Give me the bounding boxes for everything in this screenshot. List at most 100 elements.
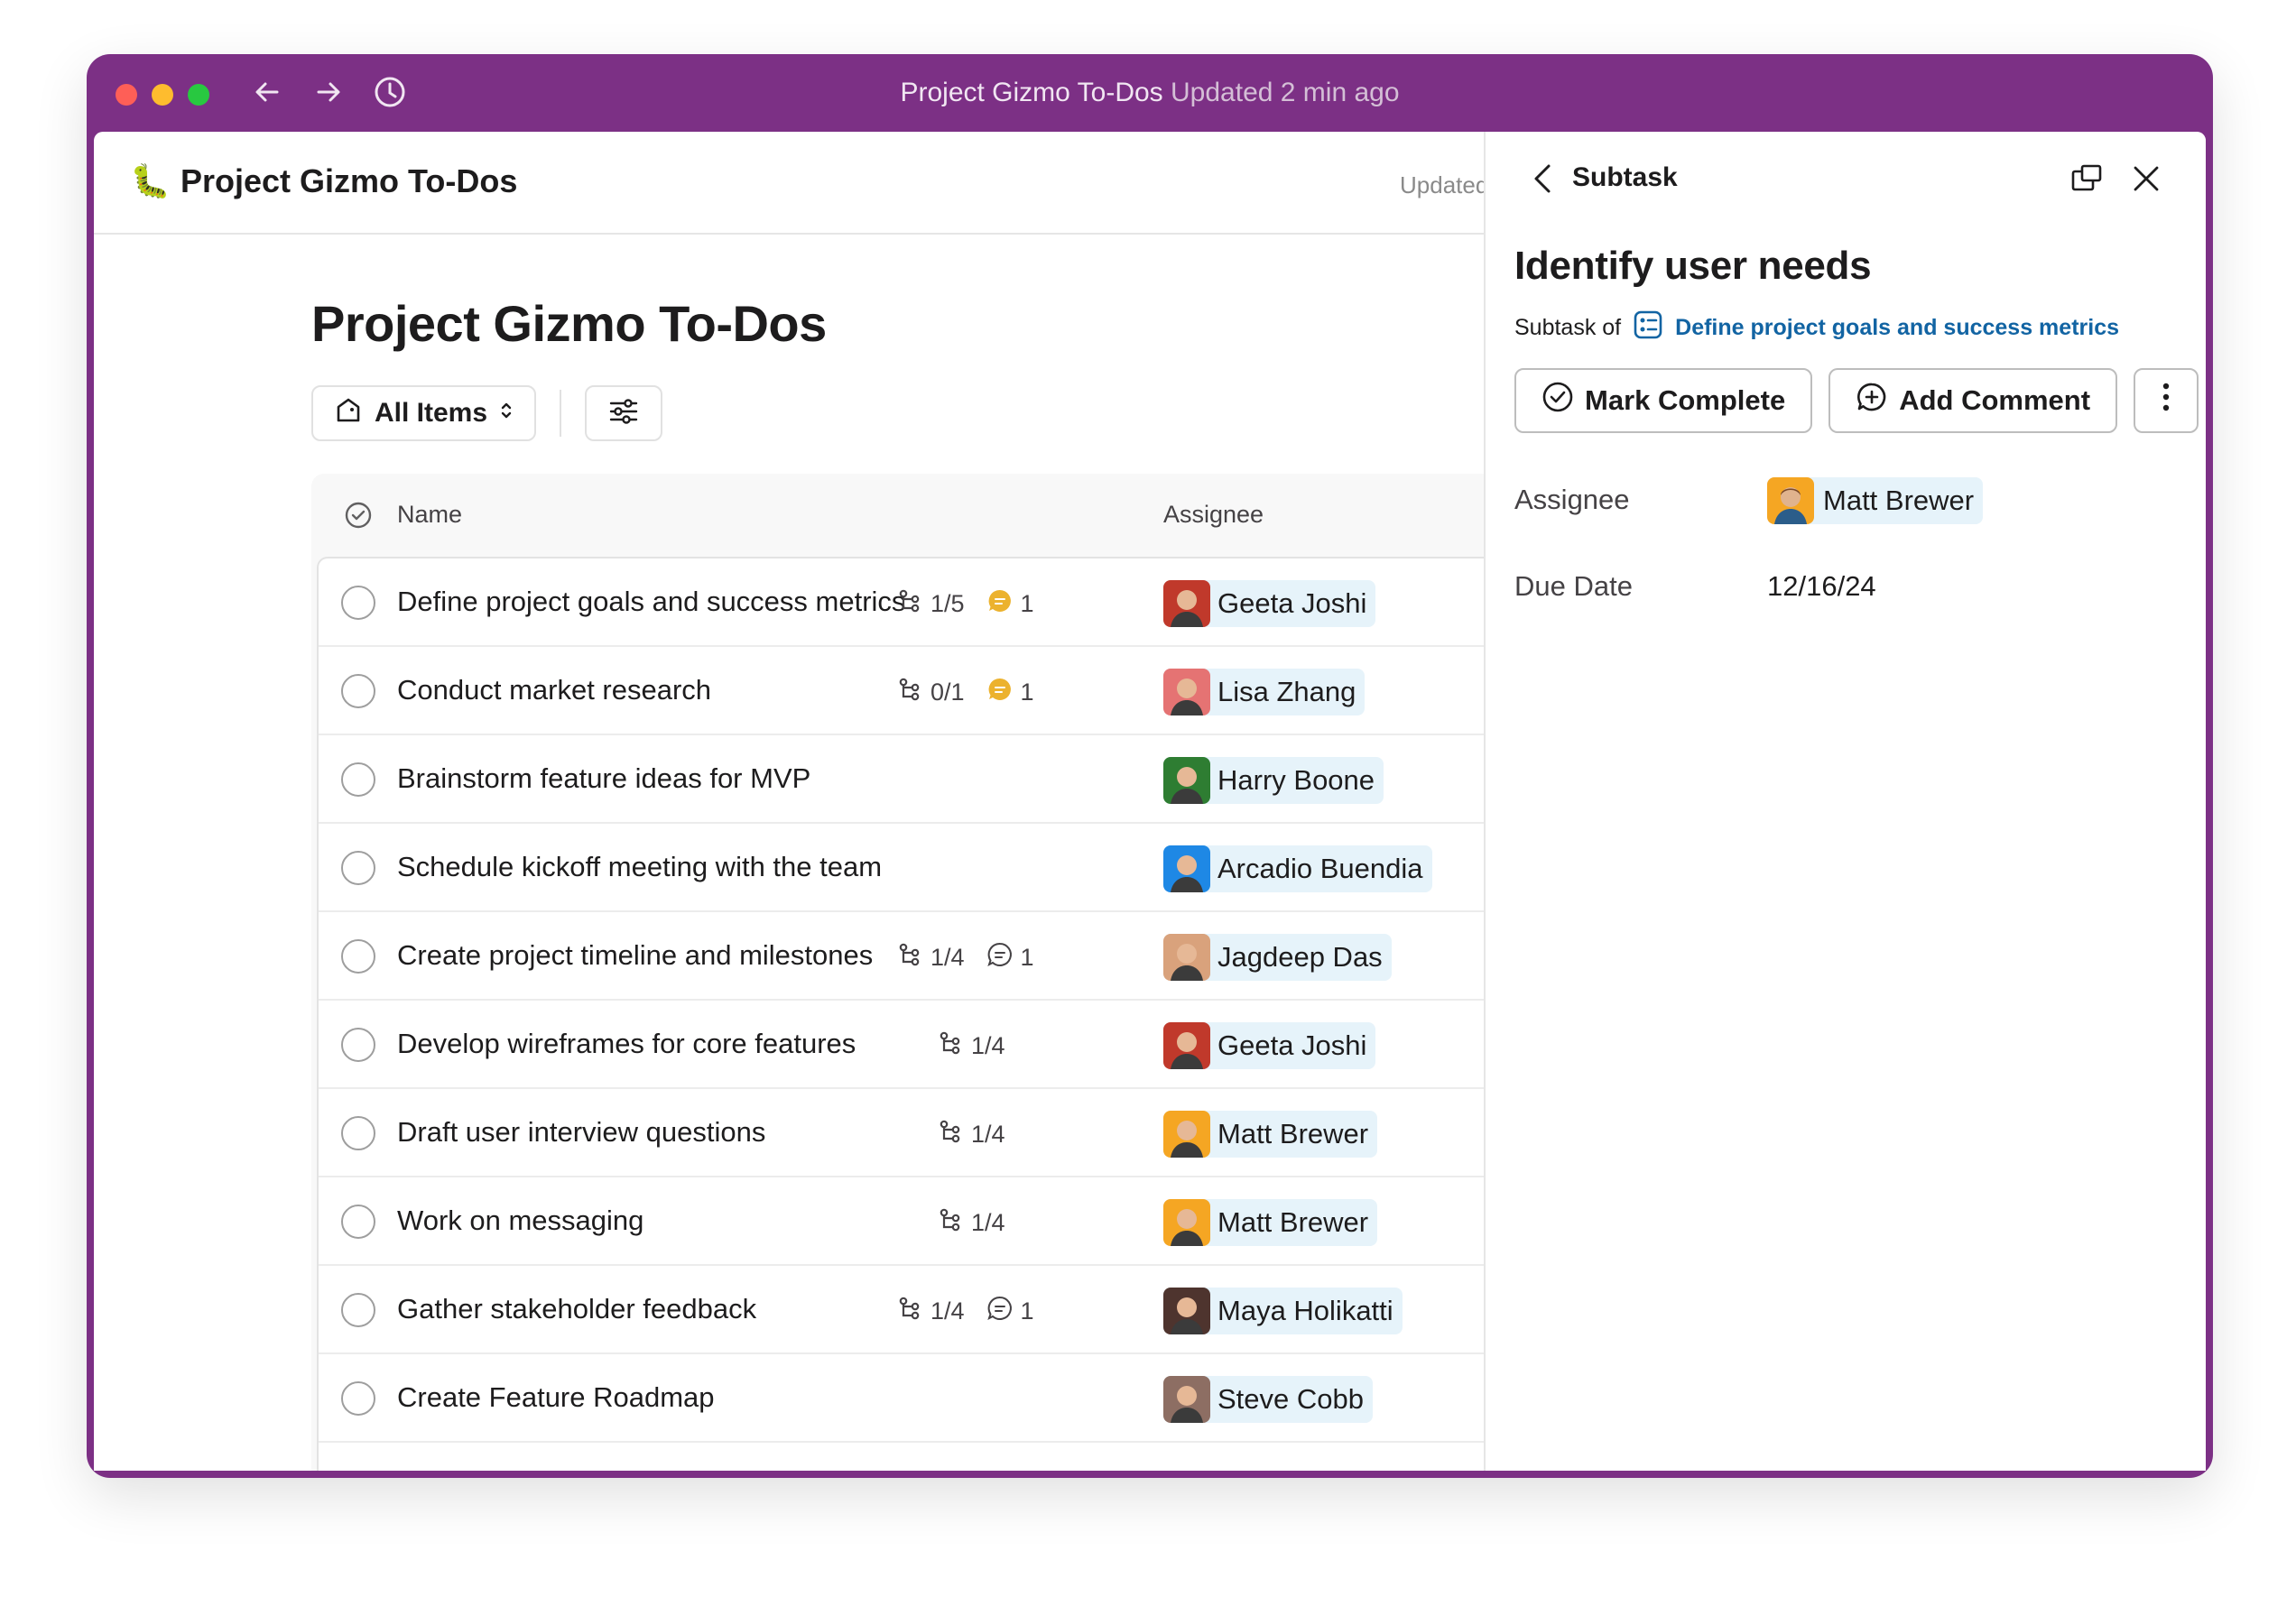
column-header-assignee[interactable]: Assignee (1163, 501, 1264, 529)
assignee-chip[interactable]: Geeta Joshi (1163, 1022, 1376, 1069)
complete-checkbox[interactable] (341, 1028, 375, 1062)
complete-checkbox[interactable] (341, 762, 375, 797)
task-name[interactable]: Develop wireframes for core features (397, 1028, 856, 1060)
assignee-name: Steve Cobb (1217, 1383, 1364, 1415)
subtask-parent: Subtask of Define project goals and succ… (1514, 309, 2119, 347)
complete-checkbox[interactable] (341, 674, 375, 708)
view-selector-button[interactable]: All Items (311, 385, 537, 441)
list-toolbar: All Items (311, 385, 663, 441)
complete-checkbox[interactable] (341, 939, 375, 974)
canvas-header-title: Project Gizmo To-Dos (181, 162, 518, 199)
comment-count-value: 1 (1020, 678, 1034, 706)
task-name[interactable]: Conduct market research (397, 674, 711, 706)
app-window: Project Gizmo To-Dos Updated 2 min ago 🐛… (87, 54, 2213, 1478)
due-date-field-label: Due Date (1514, 570, 1633, 602)
filter-button[interactable] (585, 385, 663, 441)
assignee-chip[interactable]: Maya Holikatti (1163, 1288, 1403, 1334)
assignee-name: Matt Brewer (1217, 1118, 1369, 1149)
close-icon[interactable] (2128, 161, 2164, 201)
more-actions-button[interactable] (2134, 368, 2199, 433)
table-row[interactable]: Brainstorm feature ideas for MVP Harry Bo… (319, 735, 1508, 824)
complete-checkbox[interactable] (341, 1293, 375, 1327)
subtask-count[interactable]: 1/4 (896, 941, 965, 974)
parent-task-link[interactable]: Define project goals and success metrics (1675, 315, 2119, 341)
comment-count[interactable]: 1 (986, 676, 1034, 709)
comment-count[interactable]: 1 (986, 1295, 1034, 1328)
task-name[interactable]: Brainstorm feature ideas for MVP (397, 762, 810, 795)
complete-checkbox[interactable] (341, 1205, 375, 1239)
assignee-chip[interactable]: Steve Cobb (1163, 1376, 1373, 1423)
avatar (1163, 757, 1210, 804)
table-row[interactable]: Draft user interview questions 1/4 Matt Br… (319, 1089, 1508, 1177)
subtask-count[interactable]: 1/5 (896, 587, 965, 621)
assignee-chip[interactable]: Matt Brewer (1163, 1199, 1378, 1246)
task-name[interactable]: Work on messaging (397, 1205, 643, 1237)
due-date-value[interactable]: 12/16/24 (1767, 570, 1876, 603)
table-row[interactable]: Gather stakeholder feedback 1/4 1 Maya Holi… (319, 1266, 1508, 1354)
comment-count[interactable]: 1 (986, 941, 1034, 974)
add-comment-button[interactable]: Add Comment (1828, 368, 2118, 433)
complete-checkbox[interactable] (341, 851, 375, 885)
task-name[interactable]: Define project goals and success metrics (397, 586, 905, 618)
mark-complete-button[interactable]: Mark Complete (1514, 368, 1813, 433)
canvas-header: 🐛 Project Gizmo To-Dos Updated (94, 132, 1488, 235)
subtask-count-value: 1/4 (971, 1032, 1005, 1059)
subtask-icon (896, 941, 923, 974)
table-row[interactable]: Develop wireframes for core features 1/4 G… (319, 1001, 1508, 1089)
subtask-title: Identify user needs (1514, 244, 1872, 288)
task-name[interactable]: Gather stakeholder feedback (397, 1293, 756, 1325)
subtask-count[interactable]: 1/4 (937, 1118, 1005, 1151)
list-canvas: 🐛 Project Gizmo To-Dos Updated Project G… (94, 132, 1508, 1471)
table-row[interactable]: Conduct market research 0/1 1 Lisa Zhang (319, 647, 1508, 735)
task-meta: 1/4 1 (896, 1295, 1049, 1328)
chevron-left-icon[interactable] (1527, 161, 1560, 201)
assignee-chip[interactable]: Arcadio Buendia (1163, 845, 1432, 892)
subtask-icon (937, 1029, 964, 1063)
window-title: Project Gizmo To-Dos Updated 2 min ago (87, 78, 2213, 108)
task-meta: 1/4 1 (896, 941, 1049, 974)
assignee-name: Jagdeep Das (1217, 941, 1383, 973)
comment-count[interactable]: 1 (986, 587, 1034, 621)
caterpillar-emoji-icon: 🐛 (130, 162, 171, 199)
assignee-chip[interactable]: Lisa Zhang (1163, 669, 1366, 715)
subtask-count-value: 1/4 (971, 1209, 1005, 1236)
comment-icon (986, 587, 1014, 621)
window-title-main: Project Gizmo To-Dos (900, 78, 1163, 107)
complete-checkbox[interactable] (341, 586, 375, 620)
table-row[interactable]: Define project goals and success metrics… (319, 558, 1508, 647)
subtask-icon (896, 587, 923, 621)
subtask-count[interactable]: 1/4 (937, 1029, 1005, 1063)
comment-icon (986, 676, 1014, 709)
assignee-chip[interactable]: Matt Brewer (1767, 477, 1984, 524)
assignee-chip[interactable]: Harry Boone (1163, 757, 1384, 804)
task-name[interactable]: Draft user interview questions (397, 1116, 765, 1149)
add-comment-label: Add Comment (1899, 384, 2091, 416)
subtask-count[interactable]: 1/4 (896, 1295, 965, 1328)
complete-checkbox[interactable] (341, 1381, 375, 1416)
table-row[interactable]: Schedule kickoff meeting with the team Ar… (319, 824, 1508, 912)
comment-count-value: 1 (1020, 944, 1034, 971)
task-name[interactable]: Create project timeline and milestones (397, 939, 873, 972)
table-row[interactable]: Work on messaging 1/4 Matt Brewer (319, 1177, 1508, 1266)
popout-icon[interactable] (2069, 161, 2105, 201)
table-row[interactable]: Create Feature Roadmap Steve Cobb (319, 1354, 1508, 1443)
subtask-count-value: 1/4 (971, 1121, 1005, 1148)
todo-table: Name Assignee Define project goals and s… (311, 474, 1508, 1471)
assignee-chip[interactable]: Geeta Joshi (1163, 580, 1376, 627)
check-circle-icon (1541, 381, 1574, 420)
complete-checkbox[interactable] (341, 1116, 375, 1150)
subtask-count[interactable]: 1/4 (937, 1206, 1005, 1240)
task-meta: 1/4 (937, 1029, 1020, 1063)
assignee-chip[interactable]: Matt Brewer (1163, 1111, 1378, 1158)
assignee-name: Matt Brewer (1217, 1206, 1369, 1238)
task-name[interactable]: Create Feature Roadmap (397, 1381, 715, 1414)
task-name[interactable]: Schedule kickoff meeting with the team (397, 851, 882, 883)
subtask-count[interactable]: 0/1 (896, 676, 965, 709)
subtask-icon (896, 676, 923, 709)
check-circle-icon[interactable] (344, 501, 373, 534)
assignee-chip[interactable]: Jagdeep Das (1163, 934, 1392, 981)
table-row[interactable]: Create project timeline and milestones 1/… (319, 912, 1508, 1001)
avatar (1163, 1199, 1210, 1246)
column-header-name[interactable]: Name (397, 501, 462, 529)
comment-count-value: 1 (1020, 1297, 1034, 1325)
